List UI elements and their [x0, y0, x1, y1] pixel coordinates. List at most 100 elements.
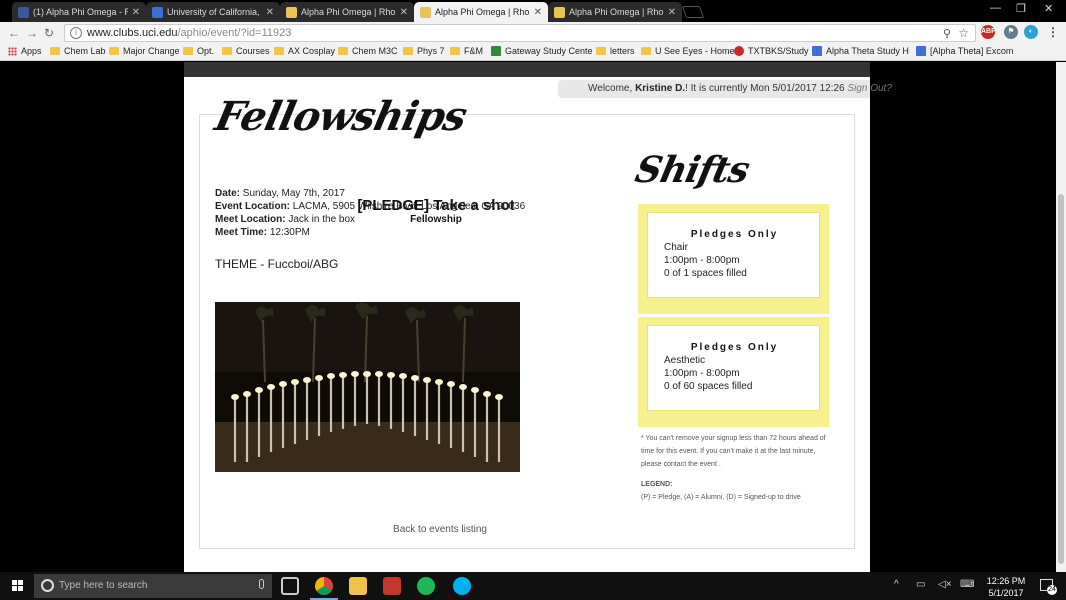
detail-date: Date: Sunday, May 7th, 2017	[215, 188, 345, 199]
taskbar-search[interactable]: Type here to search	[34, 574, 272, 598]
bookmark-folder[interactable]: Chem M3C	[338, 46, 398, 56]
event-photo	[215, 302, 520, 472]
close-window-icon[interactable]: ✕	[1044, 2, 1053, 15]
bookmark-site[interactable]: [Alpha Theta] Excom	[916, 46, 1013, 56]
detail-meet-location: Meet Location: Jack in the box	[215, 214, 356, 225]
bookmark-apps[interactable]: Apps	[8, 46, 42, 56]
shift-card[interactable]: Pledges Only Chair 1:00pm - 8:00pm 0 of …	[638, 204, 829, 314]
shift-card[interactable]: Pledges Only Aesthetic 1:00pm - 8:00pm 0…	[638, 317, 829, 427]
tab-title: University of California, I	[167, 7, 262, 17]
bookmark-site[interactable]: Alpha Theta Study H	[812, 46, 909, 56]
bookmark-folder[interactable]: Opt.	[183, 46, 214, 56]
task-view-icon[interactable]	[281, 577, 299, 595]
shift-title: Pledges Only	[690, 229, 779, 240]
shift-role: Chair	[664, 242, 688, 253]
shifts-title: Shifts	[631, 149, 753, 191]
back-to-events-link[interactable]: Back to events listing	[200, 524, 680, 535]
shift-filled: 0 of 1 spaces filled	[664, 268, 747, 279]
reload-icon[interactable]: ↻	[44, 26, 54, 40]
search-placeholder: Type here to search	[59, 580, 148, 591]
folder-icon	[109, 47, 119, 55]
browser-tab[interactable]: (1) Alpha Phi Omega - RI ✕	[12, 2, 146, 22]
apps-grid-icon	[8, 46, 17, 56]
bookmark-folder[interactable]: Chem Lab	[50, 46, 106, 56]
volume-icon[interactable]: ◁×	[938, 579, 952, 590]
folder-icon	[450, 47, 460, 55]
doc-icon	[812, 46, 822, 56]
new-tab-button[interactable]	[681, 6, 705, 18]
header-band	[184, 62, 870, 77]
site-info-icon[interactable]: i	[70, 27, 82, 39]
url-text[interactable]: www.clubs.uci.edu/aphio/event/?id=11923	[87, 27, 291, 39]
bookmark-folder[interactable]: U See Eyes - Home	[641, 46, 735, 56]
close-tab-icon[interactable]: ✕	[266, 7, 274, 18]
extension-icon[interactable]: ⚑	[1004, 25, 1018, 39]
cortana-icon	[41, 579, 54, 592]
tab-title: Alpha Phi Omega | Rho P	[435, 7, 530, 17]
taskbar-clock[interactable]: 12:26 PM 5/1/2017	[980, 575, 1032, 599]
folder-icon	[183, 47, 193, 55]
page-favicon-icon	[420, 6, 431, 18]
bookmark-star-icon[interactable]: ☆	[958, 26, 969, 40]
keyboard-icon[interactable]: ⌨	[960, 579, 974, 590]
bookmarks-bar: Apps Chem Lab Major Change Opt. Courses …	[0, 44, 1066, 61]
bookmark-folder[interactable]: Major Change	[109, 46, 180, 56]
welcome-bar: Welcome, Kristine D.! It is currently Mo…	[558, 80, 892, 98]
detail-meet-time: Meet Time: 12:30PM	[215, 227, 310, 238]
taskbar: Type here to search ^ ▭ ◁× ⌨ 12:26 PM 5/…	[0, 572, 1066, 600]
shift-card-inner: Pledges Only Aesthetic 1:00pm - 8:00pm 0…	[647, 325, 820, 411]
extension-circle-icon[interactable]: ◐	[1024, 25, 1038, 39]
close-tab-icon[interactable]: ✕	[400, 7, 408, 18]
bookmark-folder[interactable]: AX Cosplay	[274, 46, 335, 56]
folder-icon	[50, 47, 60, 55]
bookmark-folder[interactable]: F&M	[450, 46, 483, 56]
gateway-icon	[491, 46, 501, 56]
shift-role: Aesthetic	[664, 355, 706, 366]
chrome-icon[interactable]	[315, 577, 333, 595]
close-tab-icon[interactable]: ✕	[132, 7, 140, 18]
folder-icon	[641, 47, 651, 55]
bookmark-site[interactable]: TXTBKS/Study	[734, 46, 809, 56]
forward-icon[interactable]: →	[26, 26, 38, 40]
page-scrollbar[interactable]	[1056, 62, 1066, 572]
legend-text: (P) = Pledge, (A) = Alumni, (D) = Signed…	[641, 494, 801, 501]
browser-tab[interactable]: University of California, I ✕	[146, 2, 280, 22]
shift-title: Pledges Only	[690, 342, 779, 353]
sign-out-link[interactable]: Sign Out?	[847, 83, 891, 94]
shift-time: 1:00pm - 8:00pm	[664, 368, 740, 379]
adblock-extension-icon[interactable]: ABP	[981, 25, 996, 39]
bookmark-folder[interactable]: Phys 7	[403, 46, 445, 56]
event-theme: THEME - Fuccboi/ABG	[215, 257, 339, 271]
section-title: Fellowships	[211, 93, 471, 140]
browser-tab[interactable]: Alpha Phi Omega | Rho P ✕	[548, 2, 682, 22]
back-icon[interactable]: ←	[8, 26, 20, 40]
folder-icon	[338, 47, 348, 55]
bookmark-folder[interactable]: letters	[596, 46, 635, 56]
maximize-icon[interactable]: ❐	[1016, 2, 1026, 15]
action-center-icon[interactable]: 24	[1040, 579, 1057, 595]
doc-icon	[916, 46, 926, 56]
shift-time: 1:00pm - 8:00pm	[664, 255, 740, 266]
close-tab-icon[interactable]: ✕	[668, 7, 676, 18]
detail-event-location: Event Location: LACMA, 5905 Wilshire Blv…	[215, 201, 526, 212]
battery-icon[interactable]: ▭	[916, 579, 925, 590]
bookmark-site[interactable]: Gateway Study Cente	[491, 46, 593, 56]
page-favicon-icon	[286, 6, 297, 18]
windows-start-icon[interactable]	[12, 580, 24, 592]
skype-icon[interactable]	[453, 577, 471, 595]
app-icon[interactable]	[383, 577, 401, 595]
zoom-icon[interactable]: ⚲	[943, 27, 951, 40]
scrollbar-thumb[interactable]	[1058, 194, 1064, 564]
minimize-icon[interactable]: —	[990, 2, 1001, 14]
legend-heading: LEGEND:	[641, 481, 673, 488]
browser-tab-active[interactable]: Alpha Phi Omega | Rho P ✕	[414, 2, 548, 22]
spotify-icon[interactable]	[417, 577, 435, 595]
menu-dots-icon[interactable]: ⋮	[1046, 25, 1060, 39]
microphone-icon[interactable]	[259, 579, 264, 589]
browser-tab[interactable]: Alpha Phi Omega | Rho P ✕	[280, 2, 414, 22]
address-bar[interactable]: i www.clubs.uci.edu/aphio/event/?id=1192…	[64, 24, 976, 42]
bookmark-folder[interactable]: Courses	[222, 46, 270, 56]
tray-chevron-icon[interactable]: ^	[894, 579, 899, 590]
file-explorer-icon[interactable]	[349, 577, 367, 595]
close-tab-icon[interactable]: ✕	[534, 7, 542, 18]
